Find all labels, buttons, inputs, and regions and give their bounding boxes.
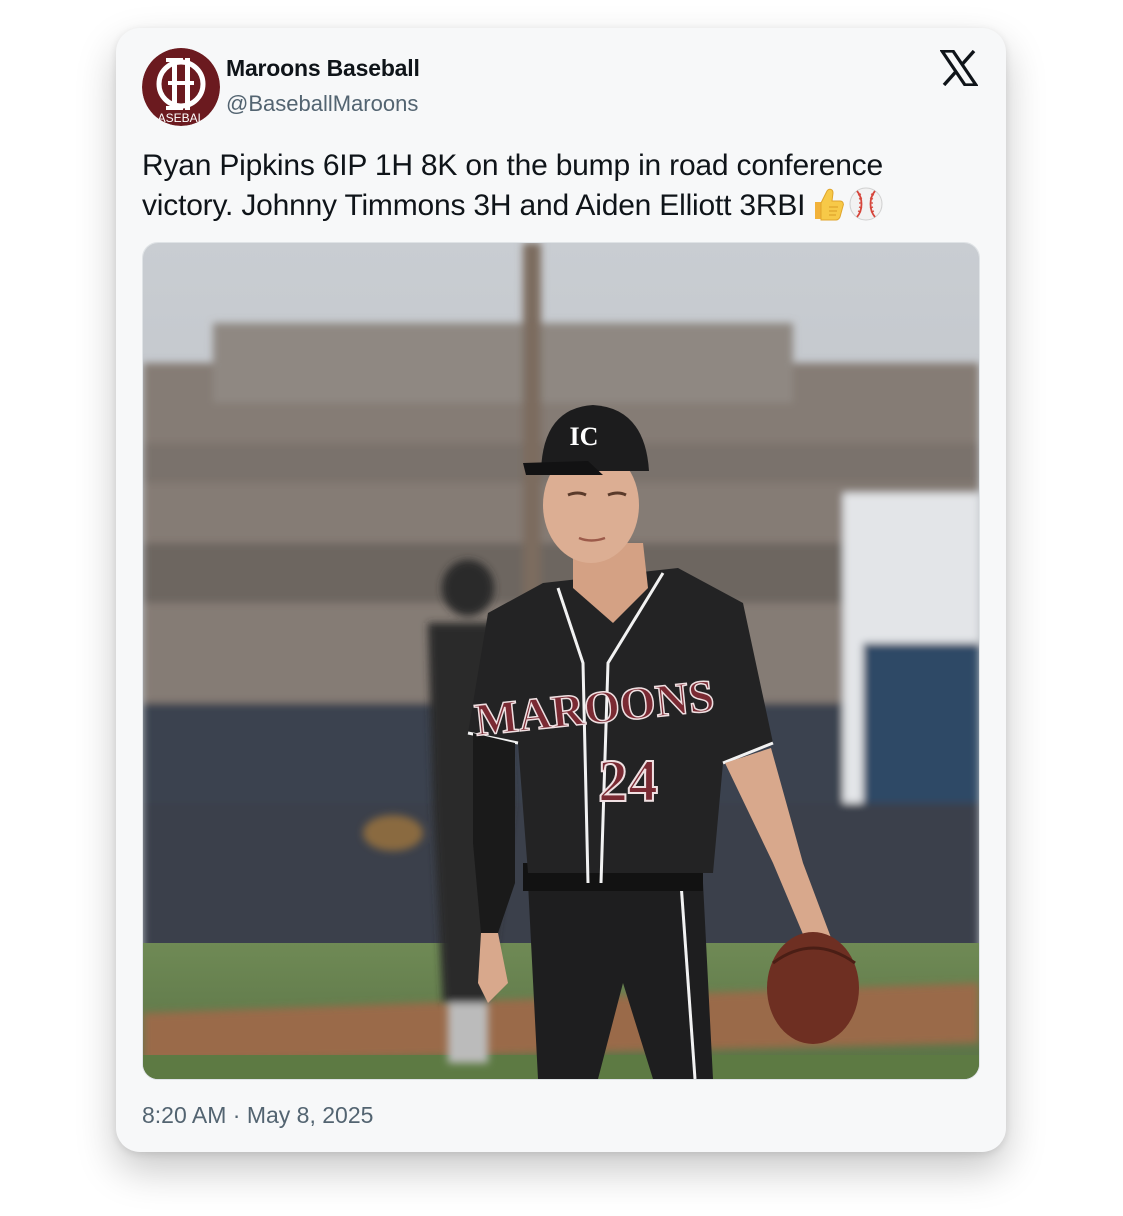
svg-text:ASEBAL: ASEBAL: [158, 111, 205, 125]
tweet-photo[interactable]: IC MAROONS 24: [142, 242, 980, 1080]
tweet-card: ASEBAL Maroons Baseball @BaseballMaroons…: [116, 28, 1006, 1152]
avatar[interactable]: ASEBAL: [142, 48, 220, 126]
jersey-number: 24: [598, 748, 658, 814]
tweet-timestamp[interactable]: 8:20 AM · May 8, 2025: [142, 1102, 373, 1129]
user-handle[interactable]: @BaseballMaroons: [226, 91, 418, 117]
team-logo-icon: ASEBAL: [142, 48, 220, 126]
thumbs-up-icon: [807, 185, 845, 223]
tweet-text-block: Ryan Pipkins 6IP 1H 8K on the bump in ro…: [142, 146, 972, 225]
x-logo-icon[interactable]: [938, 49, 980, 87]
cap-logo: IC: [570, 422, 599, 451]
baseball-icon: [847, 185, 885, 223]
tweet-text: Ryan Pipkins 6IP 1H 8K on the bump in ro…: [142, 149, 883, 222]
baseball-player-photo: IC MAROONS 24: [143, 243, 979, 1079]
display-name[interactable]: Maroons Baseball: [226, 55, 420, 82]
